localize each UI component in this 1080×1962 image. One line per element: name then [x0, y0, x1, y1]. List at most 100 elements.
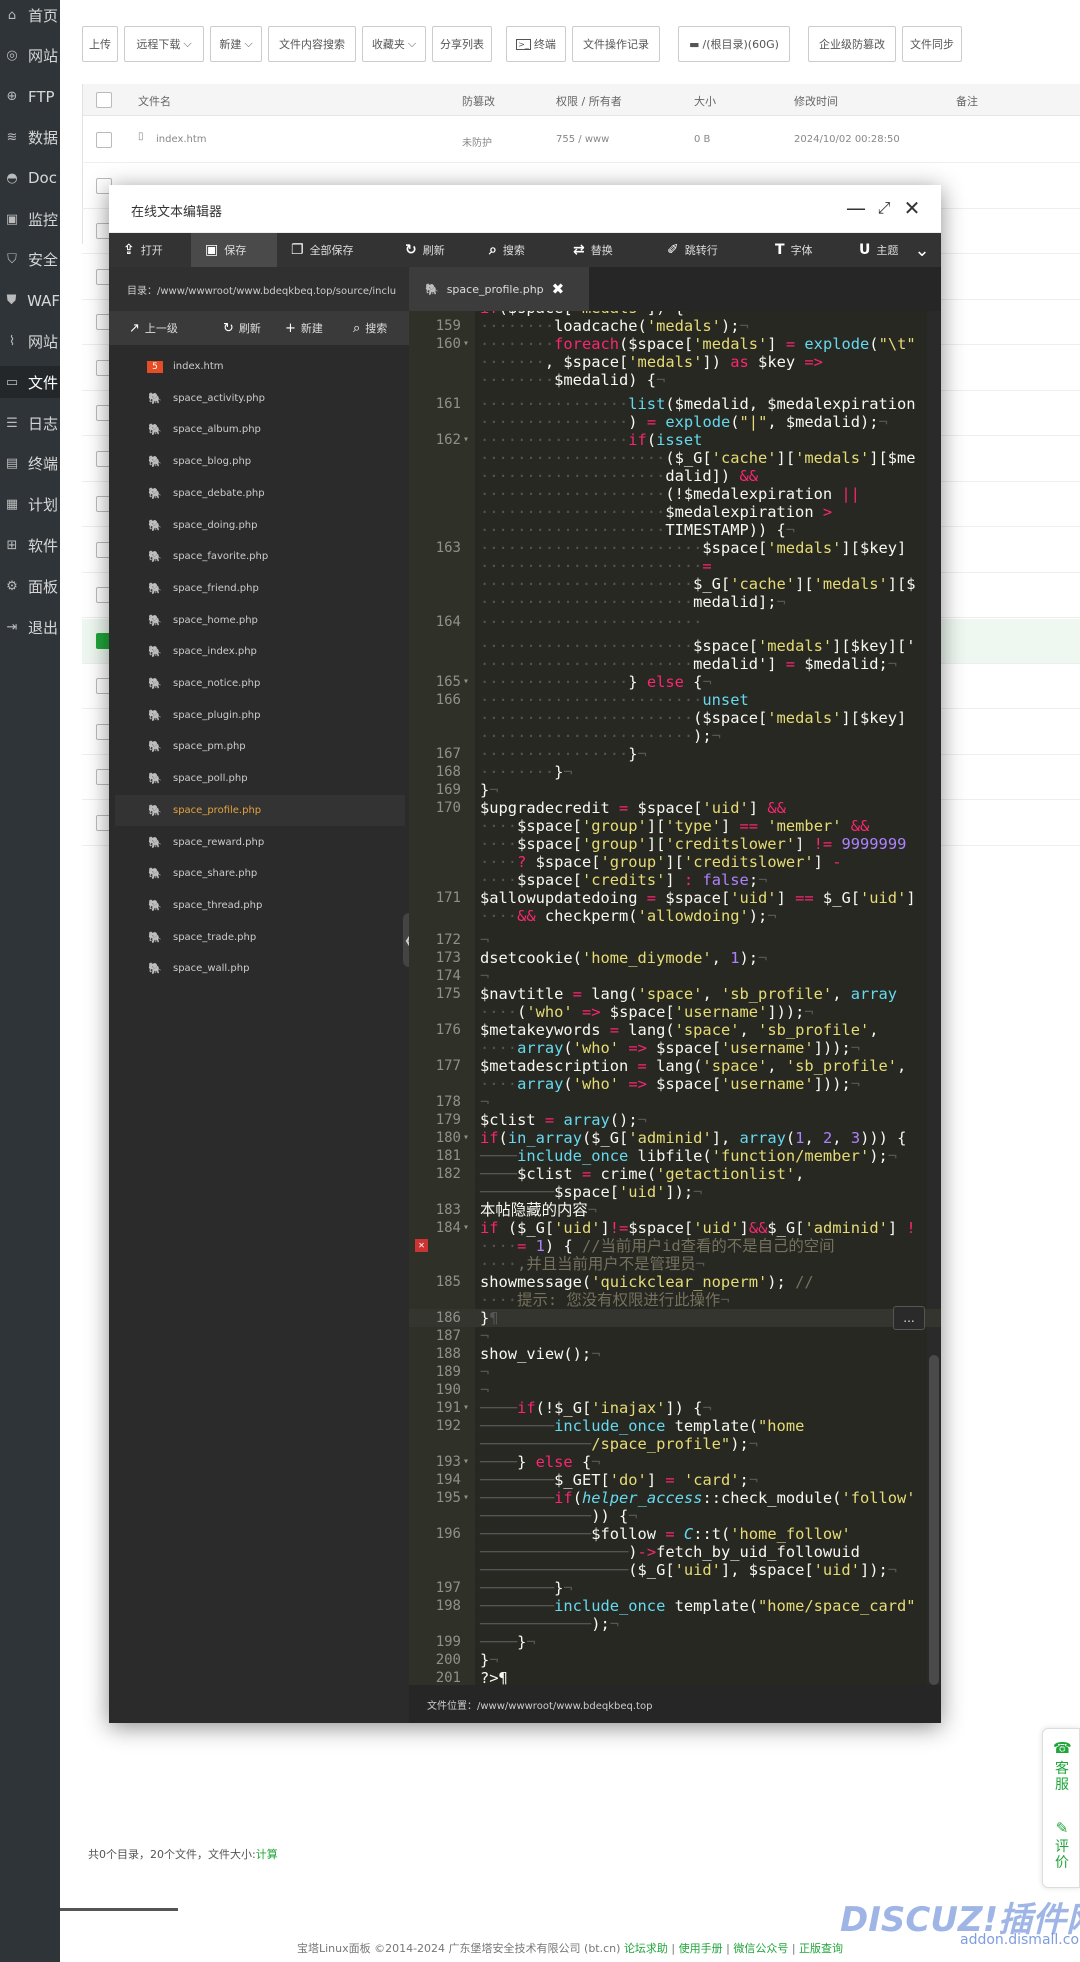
sidebar-item-12[interactable]: ▦ 计划	[0, 489, 60, 521]
more-options-button[interactable]: ...	[893, 1306, 925, 1330]
fold-arrow-icon[interactable]: ▾	[463, 1219, 469, 1237]
fold-arrow-icon[interactable]: ▾	[463, 1129, 469, 1147]
tree-file-item[interactable]: 🐘 space_reward.php	[115, 827, 405, 858]
tamper-proof-button[interactable]: 企业级防篡改	[808, 26, 896, 62]
sidebar-item-9[interactable]: ▭ 文件	[0, 366, 60, 399]
tree-file-item[interactable]: 🐘 space_trade.php	[115, 922, 405, 953]
remote-download-button[interactable]: 远程下载 ⌵	[124, 26, 204, 62]
editor-toolbar-1[interactable]: ▣ 保存	[191, 233, 277, 267]
sidebar-item-10[interactable]: ☰ 日志	[0, 407, 60, 439]
tree-file-item[interactable]: 🐘 space_home.php	[115, 605, 405, 636]
calculate-size-link[interactable]: 计算	[256, 1848, 278, 1861]
row-checkbox[interactable]	[96, 132, 112, 148]
tree-new-button[interactable]: + 新建	[285, 311, 323, 345]
code-editor[interactable]: if($space['medals']) {159········loadcac…	[409, 311, 941, 1685]
fold-arrow-icon[interactable]: ▾	[463, 335, 469, 353]
sidebar-item-0[interactable]: ⌂ 首页	[0, 0, 60, 31]
close-icon[interactable]: ✕	[899, 195, 925, 221]
tree-file-item[interactable]: 🐘 space_album.php	[115, 414, 405, 445]
tree-file-item[interactable]: 🐘 space_notice.php	[115, 668, 405, 699]
sidebar-item-7[interactable]: ⛊ WAF	[0, 285, 60, 317]
new-button[interactable]: 新建 ⌵	[210, 26, 262, 62]
tree-file-item[interactable]: 🐘 space_blog.php	[115, 446, 405, 477]
service-icon[interactable]: ☎	[1053, 1739, 1072, 1757]
tree-file-item[interactable]: 🐘 space_wall.php	[115, 953, 405, 984]
sidebar-item-11[interactable]: ▤ 终端	[0, 448, 60, 480]
sidebar-item-14[interactable]: ⚙ 面板	[0, 570, 60, 602]
sidebar-item-1[interactable]: ◎ 网站	[0, 40, 60, 72]
go-up-button[interactable]: ↗ 上一级	[129, 311, 178, 345]
fold-arrow-icon[interactable]: ▾	[463, 1399, 469, 1417]
file-sync-button[interactable]: 文件同步	[902, 26, 962, 62]
sidebar-item-15[interactable]: ⇥ 退出	[0, 611, 60, 643]
disk-button[interactable]: ▬/(根目录)(60G)	[678, 26, 790, 62]
wechat-link[interactable]: 微信公众号	[733, 1942, 788, 1955]
fold-arrow-icon[interactable]: ▾	[463, 1489, 469, 1507]
editor-toolbar-7[interactable]: T 字体	[761, 233, 845, 267]
content-search-button[interactable]: 文件内容搜索	[268, 26, 356, 62]
tree-file-item[interactable]: 🐘 space_share.php	[115, 858, 405, 889]
cell-name[interactable]: index.htm	[156, 134, 207, 145]
close-tab-icon[interactable]: ✖	[552, 280, 565, 298]
editor-toolbar-2[interactable]: ❐ 全部保存	[277, 233, 391, 267]
table-row[interactable]: index.htm 未防护 755 / www 0 B 2024/10/02 00:28…	[82, 118, 1080, 163]
php-file-icon: 🐘	[148, 486, 162, 500]
editor-toolbar-4[interactable]: ⌕ 搜索	[475, 233, 559, 267]
code-line: ····array('who' => $space['username']));…	[480, 1039, 861, 1057]
tree-file-item[interactable]: 🐘 space_profile.php	[115, 794, 405, 826]
tree-file-item[interactable]: 🐘 space_debate.php	[115, 478, 405, 509]
select-all-checkbox[interactable]	[96, 92, 112, 108]
forum-link[interactable]: 论坛求助	[624, 1942, 668, 1955]
tree-file-item[interactable]: 🐘 space_poll.php	[115, 763, 405, 794]
column-mtime[interactable]: 修改时间	[794, 93, 838, 109]
sidebar-item-8[interactable]: ⌇ 网站	[0, 325, 60, 357]
file-tree-panel: 目录：/www/wwwroot/www.bdeqkbeq.top/source/…	[109, 267, 409, 1723]
editor-toolbar-6[interactable]: ✐ 跳转行	[653, 233, 761, 267]
column-tamper[interactable]: 防篡改	[462, 93, 495, 109]
review-icon[interactable]: ✎	[1053, 1819, 1071, 1837]
sidebar-item-2[interactable]: ⊕ FTP	[0, 81, 60, 113]
tree-file-item[interactable]: 🐘 space_pm.php	[115, 731, 405, 762]
sidebar-item-4[interactable]: ◓ Doc	[0, 162, 60, 194]
share-list-button[interactable]: 分享列表	[432, 26, 492, 62]
tree-file-item[interactable]: 🐘 space_thread.php	[115, 890, 405, 921]
tree-file-item[interactable]: 🐘 space_friend.php	[115, 573, 405, 604]
sidebar-item-13[interactable]: ⊞ 软件	[0, 529, 60, 561]
maximize-icon[interactable]: ⤢	[871, 195, 897, 221]
editor-toolbar-label: 打开	[140, 244, 163, 257]
editor-toolbar-0[interactable]: ⇪ 打开	[109, 233, 191, 267]
editor-toolbar-3[interactable]: ↻ 刷新	[391, 233, 475, 267]
editor-toolbar-label: 保存	[224, 244, 247, 257]
service-label[interactable]: 客服	[1053, 1761, 1071, 1793]
fold-arrow-icon[interactable]: ▾	[463, 1453, 469, 1471]
editor-toolbar-5[interactable]: ⇄ 替换	[559, 233, 653, 267]
tree-file-item[interactable]: 🐘 space_activity.php	[115, 383, 405, 414]
sidebar-item-6[interactable]: ⛉ 安全	[0, 244, 60, 276]
tree-file-item[interactable]: 🐘 space_doing.php	[115, 510, 405, 541]
tree-file-item[interactable]: 🐘 space_index.php	[115, 636, 405, 667]
favorites-button[interactable]: 收藏夹 ⌵	[362, 26, 426, 62]
minimize-icon[interactable]: —	[843, 195, 869, 221]
review-label[interactable]: 评价	[1053, 1839, 1071, 1871]
tree-refresh-button[interactable]: ↻ 刷新	[223, 311, 261, 345]
sidebar-item-3[interactable]: ≋ 数据	[0, 121, 60, 153]
tree-file-item[interactable]: 🐘 space_plugin.php	[115, 700, 405, 731]
operation-log-button[interactable]: 文件操作记录	[572, 26, 660, 62]
column-permission[interactable]: 权限 / 所有者	[556, 93, 622, 109]
arrow-up-icon: ↗	[129, 320, 140, 336]
tree-search-button[interactable]: ⌕ 搜索	[353, 311, 387, 345]
more-chevron-icon[interactable]: ⌄	[903, 233, 941, 267]
calendar-icon: ▦	[5, 497, 19, 513]
manual-link[interactable]: 使用手册	[679, 1942, 723, 1955]
fold-arrow-icon[interactable]: ▾	[463, 673, 469, 691]
column-name[interactable]: 文件名	[138, 93, 171, 109]
upload-button[interactable]: 上传	[82, 26, 118, 62]
tab-space-profile[interactable]: 🐘 space_profile.php ✖	[409, 267, 589, 311]
terminal-button[interactable]: >_ 终端	[506, 26, 566, 62]
sidebar-item-5[interactable]: ▣ 监控	[0, 203, 60, 235]
license-link[interactable]: 正版查询	[799, 1942, 843, 1955]
tree-file-item[interactable]: 🐘 space_favorite.php	[115, 541, 405, 572]
column-size[interactable]: 大小	[694, 93, 716, 109]
fold-arrow-icon[interactable]: ▾	[463, 431, 469, 449]
tree-file-item[interactable]: 5 index.htm	[115, 351, 405, 382]
